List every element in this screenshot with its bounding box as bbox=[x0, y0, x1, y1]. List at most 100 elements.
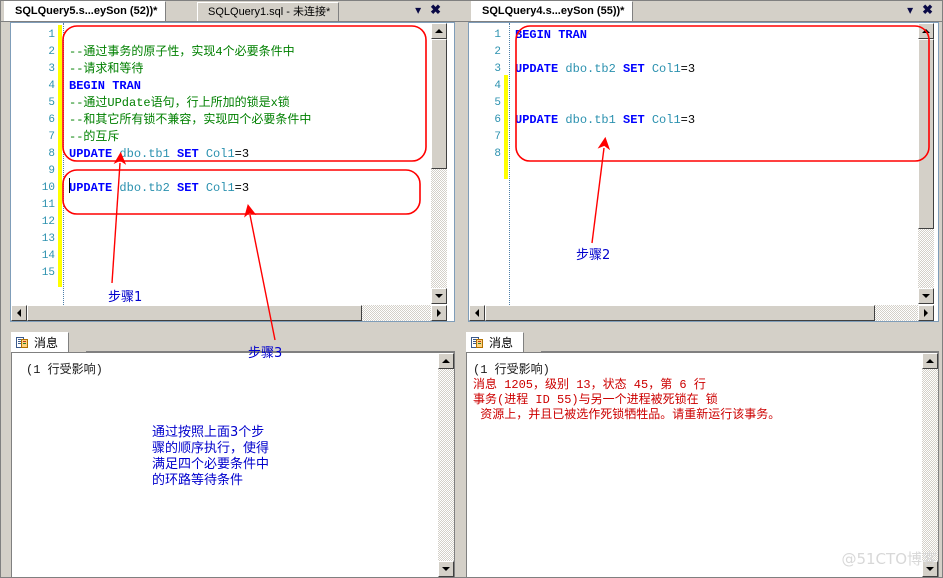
vscroll-thumb[interactable] bbox=[431, 39, 447, 169]
arrow-left-icon bbox=[17, 309, 21, 317]
tab-sqlquery4[interactable]: SQLQuery4.s...eySon (55))* bbox=[471, 1, 634, 21]
code-token: UPDATE bbox=[69, 147, 113, 161]
line-number: 1 bbox=[48, 29, 55, 41]
annotation-label-step3: 步骤3 bbox=[248, 346, 283, 361]
right-messages-body[interactable]: (1 行受影响) 消息 1205，级别 13，状态 45，第 6 行事务(进程 I… bbox=[466, 352, 939, 578]
code-token: SET bbox=[177, 181, 199, 195]
watermark: @51CTO博客 bbox=[841, 550, 937, 568]
text-caret bbox=[69, 178, 70, 193]
scroll-left-button[interactable] bbox=[11, 305, 27, 321]
code-token: Col1 bbox=[205, 147, 235, 161]
left-messages-tab[interactable]: 消息 bbox=[11, 332, 70, 352]
code-token: BEGIN TRAN bbox=[515, 28, 588, 42]
right-editor-hscrollbar[interactable] bbox=[469, 305, 934, 321]
code-token: --通过事务的原子性，实现4个必要条件中 bbox=[69, 45, 295, 59]
left-sql-editor[interactable]: 1 2 3 4 5 6 7 8 9 10 11 12 13 14 15 --通过事务的原子性，实现4个必要条… bbox=[10, 22, 455, 322]
annotation-label-step2: 步骤2 bbox=[576, 248, 611, 263]
arrow-down-icon bbox=[435, 294, 443, 298]
scroll-down-button[interactable] bbox=[431, 288, 447, 304]
scroll-right-button[interactable] bbox=[918, 305, 934, 321]
tab-sqlquery5[interactable]: SQLQuery5.s...eySon (52))* bbox=[4, 1, 167, 21]
left-editor-hscrollbar[interactable] bbox=[11, 305, 447, 321]
chevron-down-icon[interactable]: ▾ bbox=[907, 4, 913, 16]
code-line: UPDATE dbo.tb2 SET Col1=3 bbox=[515, 61, 695, 78]
code-line: UPDATE dbo.tb1 SET Col1=3 bbox=[69, 146, 249, 163]
line-number: 2 bbox=[48, 46, 55, 58]
messages-tab-label: 消息 bbox=[489, 336, 514, 350]
arrow-up-icon bbox=[442, 359, 450, 363]
right-messages-pane: 消息 (1 行受影响) 消息 1205，级别 13，状态 45，第 6 行事务(进… bbox=[463, 332, 939, 578]
code-token: =3 bbox=[680, 113, 696, 127]
line-number: 2 bbox=[494, 46, 501, 58]
left-editor-vscrollbar[interactable] bbox=[431, 23, 447, 304]
right-editor-vscrollbar[interactable] bbox=[918, 23, 934, 304]
line-number: 4 bbox=[494, 80, 501, 92]
code-token: =3 bbox=[234, 147, 250, 161]
left-messages-vscrollbar[interactable] bbox=[438, 353, 454, 577]
left-window-buttons: ▾ ✖ bbox=[415, 2, 441, 18]
code-token: UPDATE bbox=[69, 181, 113, 195]
code-line: --和其它所有锁不兼容，实现四个必要条件中 bbox=[69, 112, 311, 129]
line-number: 1 bbox=[494, 29, 501, 41]
chevron-down-icon[interactable]: ▾ bbox=[415, 4, 421, 16]
code-token: --请求和等待 bbox=[69, 62, 144, 76]
close-icon[interactable]: ✖ bbox=[430, 3, 441, 16]
line-number: 12 bbox=[41, 216, 55, 228]
line-number: 7 bbox=[48, 131, 55, 143]
code-line: BEGIN TRAN bbox=[69, 78, 141, 95]
hscroll-thumb[interactable] bbox=[27, 305, 362, 321]
left-messages-body[interactable]: (1 行受影响) 通过按照上面3个步 骤的顺序执行，使得 满足四个必要条件中 的… bbox=[11, 352, 455, 578]
code-token: UPDATE bbox=[515, 113, 559, 127]
code-token: BEGIN TRAN bbox=[69, 79, 142, 93]
vscroll-track[interactable] bbox=[438, 369, 454, 561]
line-number: 5 bbox=[48, 97, 55, 109]
code-token: Col1 bbox=[651, 62, 681, 76]
message-line: (1 行受影响) bbox=[473, 363, 550, 377]
scroll-up-button[interactable] bbox=[438, 353, 454, 369]
hscroll-thumb[interactable] bbox=[485, 305, 875, 321]
gutter-divider bbox=[63, 23, 65, 321]
annotation-summary-text: 通过按照上面3个步 骤的顺序执行，使得 满足四个必要条件中 的环路等待条件 bbox=[152, 425, 270, 488]
line-number: 8 bbox=[48, 148, 55, 160]
scroll-down-button[interactable] bbox=[918, 288, 934, 304]
scroll-left-button[interactable] bbox=[469, 305, 485, 321]
right-window-buttons: ▾ ✖ bbox=[907, 2, 933, 18]
arrow-right-icon bbox=[924, 309, 928, 317]
code-line: --通过事务的原子性，实现4个必要条件中 bbox=[69, 44, 295, 61]
code-token: SET bbox=[623, 62, 645, 76]
arrow-right-icon bbox=[437, 309, 441, 317]
vscroll-track[interactable] bbox=[922, 369, 938, 561]
tab-label: SQLQuery1.sql - 未连接* bbox=[208, 6, 331, 18]
code-token: --和其它所有锁不兼容，实现四个必要条件中 bbox=[69, 113, 312, 127]
close-icon[interactable]: ✖ bbox=[922, 3, 933, 16]
message-line: (1 行受影响) bbox=[26, 363, 103, 377]
scroll-up-button[interactable] bbox=[431, 23, 447, 39]
vscroll-thumb[interactable] bbox=[918, 39, 934, 229]
code-token: SET bbox=[177, 147, 199, 161]
gutter-divider bbox=[509, 23, 511, 321]
code-token: dbo.tb2 bbox=[119, 181, 170, 195]
messages-tab-label: 消息 bbox=[34, 336, 59, 350]
tab-sqlquery1[interactable]: SQLQuery1.sql - 未连接* bbox=[197, 2, 340, 21]
line-number: 15 bbox=[41, 267, 55, 279]
scroll-up-button[interactable] bbox=[918, 23, 934, 39]
code-token: =3 bbox=[680, 62, 696, 76]
code-line: UPDATE dbo.tb2 SET Col1=3 bbox=[69, 180, 249, 197]
right-sql-editor[interactable]: 1 2 3 4 5 6 7 8 BEGIN TRAN UPDATE dbo.tb2 SET Co… bbox=[468, 22, 939, 322]
scroll-right-button[interactable] bbox=[431, 305, 447, 321]
message-line: 消息 1205，级别 13，状态 45，第 6 行 bbox=[473, 378, 706, 392]
left-tabstrip: SQLQuery5.s...eySon (52))* SQLQuery1.sql… bbox=[0, 0, 455, 22]
scroll-down-button[interactable] bbox=[438, 561, 454, 577]
right-messages-vscrollbar[interactable] bbox=[922, 353, 938, 577]
code-token: UPDATE bbox=[515, 62, 559, 76]
right-messages-tab[interactable]: 消息 bbox=[466, 332, 525, 352]
code-token: Col1 bbox=[651, 113, 681, 127]
code-line: BEGIN TRAN bbox=[515, 27, 587, 44]
arrow-up-icon bbox=[922, 29, 930, 33]
scroll-up-button[interactable] bbox=[922, 353, 938, 369]
